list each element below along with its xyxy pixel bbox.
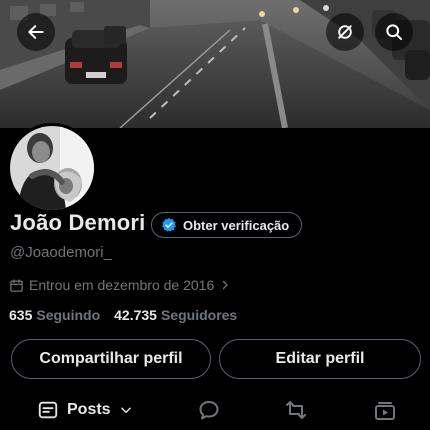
followers-stat[interactable]: 42.735 Seguidores [114, 307, 237, 323]
following-count: 635 [9, 307, 33, 323]
profile-banner[interactable] [0, 0, 430, 128]
chevron-down-icon [120, 407, 131, 414]
calendar-icon [10, 278, 23, 292]
grok-button[interactable] [326, 13, 364, 51]
banner-street-photo [0, 0, 430, 128]
following-stat[interactable]: 635 Seguindo [9, 307, 100, 323]
joined-date[interactable]: Entrou em dezembro de 2016 [9, 277, 231, 293]
follow-stats: 635 Seguindo 42.735 Seguidores [9, 307, 237, 323]
followers-count: 42.735 [114, 307, 157, 323]
repost-icon [286, 401, 306, 419]
avatar[interactable] [7, 123, 97, 213]
slashed-circle-icon [338, 25, 352, 39]
verified-badge-icon [162, 218, 176, 232]
get-verified-label: Obter verificação [183, 217, 290, 233]
search-button[interactable] [375, 13, 413, 51]
posts-icon [38, 401, 58, 419]
search-icon [386, 24, 403, 41]
avatar-photo [10, 126, 94, 210]
user-handle: @Joaodemori_ [10, 244, 112, 261]
tab-reposts[interactable] [284, 392, 308, 428]
joined-date-text: Entrou em dezembro de 2016 [29, 277, 215, 293]
followers-label: Seguidores [160, 307, 238, 323]
following-label: Seguindo [36, 307, 101, 323]
tab-media[interactable] [373, 392, 397, 428]
reply-bubble-icon [199, 401, 219, 420]
back-button[interactable] [17, 13, 55, 51]
tab-posts[interactable]: Posts [37, 392, 133, 428]
share-profile-button[interactable]: Compartilhar perfil [11, 339, 211, 379]
profile-tab-bar: Posts [0, 392, 430, 430]
edit-profile-button[interactable]: Editar perfil [219, 339, 421, 379]
chevron-right-icon [223, 280, 228, 290]
arrow-left-icon [28, 25, 44, 39]
get-verified-button[interactable]: Obter verificação [151, 212, 303, 238]
tab-replies[interactable] [197, 392, 221, 428]
tab-posts-label: Posts [67, 401, 111, 418]
display-name: João Demori [10, 210, 146, 235]
media-icon [375, 402, 395, 420]
